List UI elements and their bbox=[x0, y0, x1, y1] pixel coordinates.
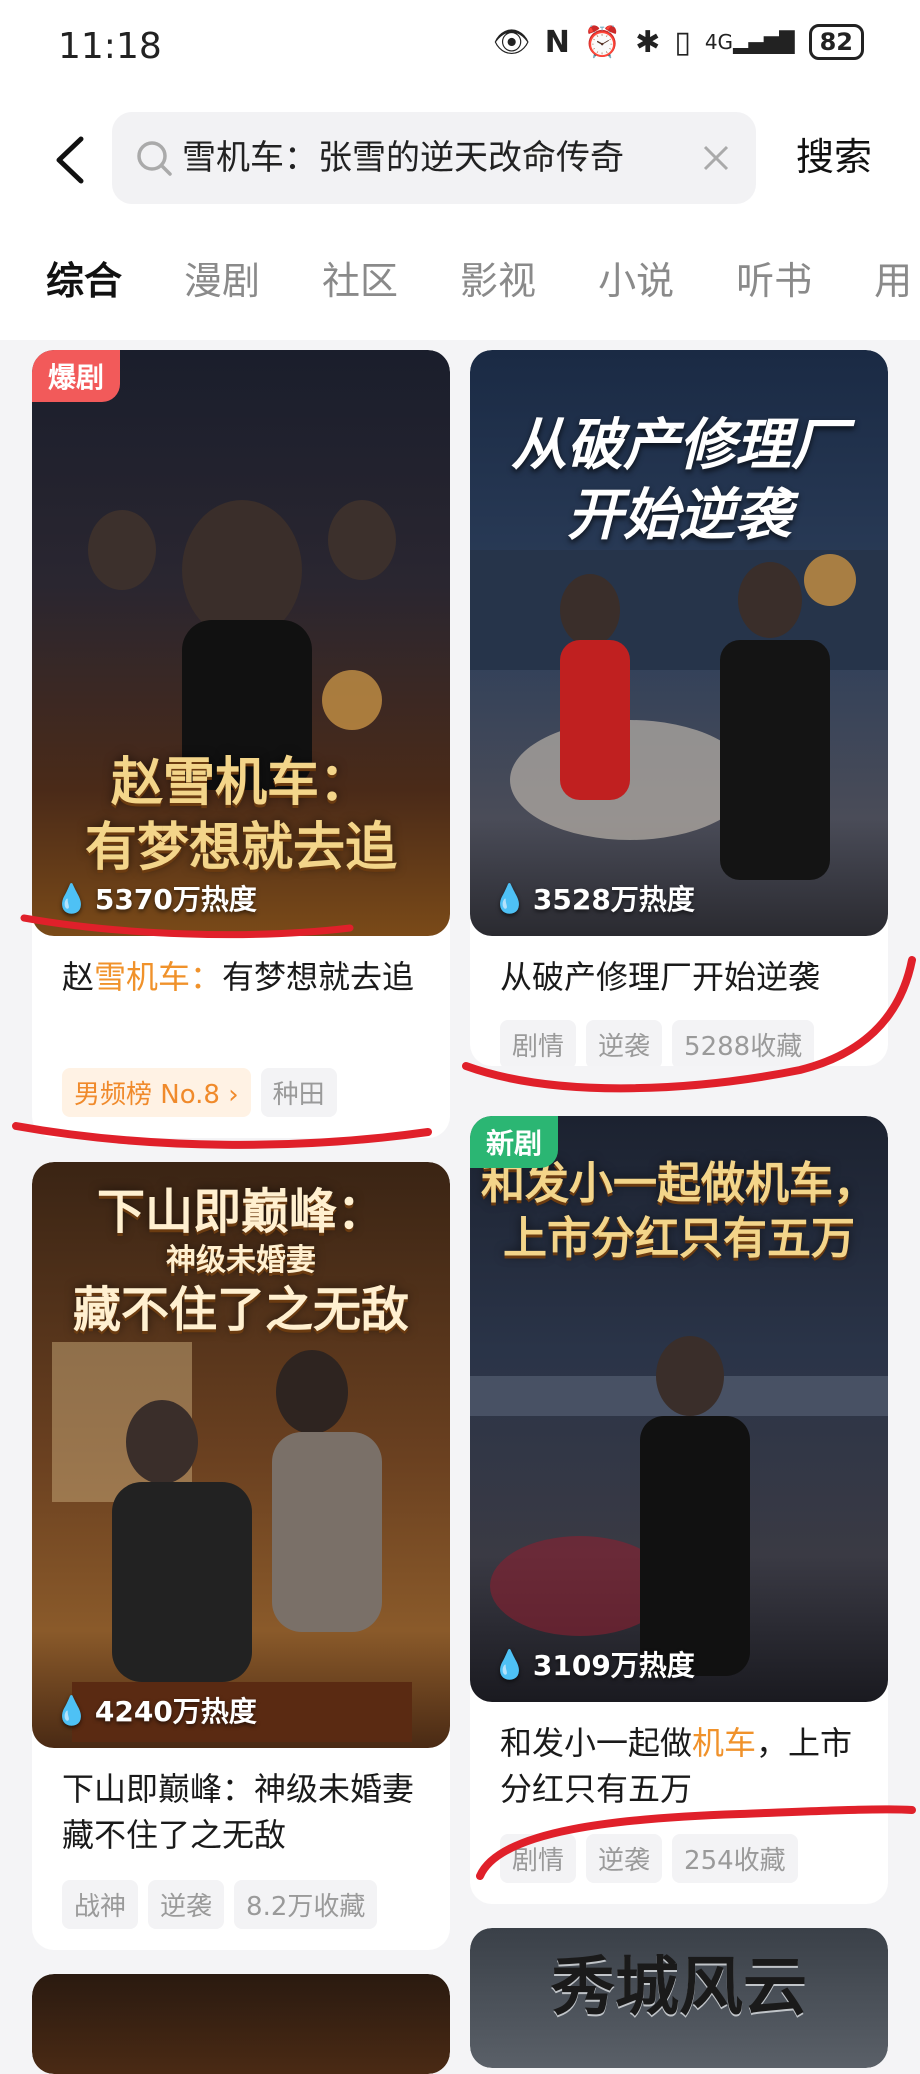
heat-count: 💧 4240万热度 bbox=[54, 1693, 257, 1729]
drama-card[interactable]: 下山即巅峰： 神级未婚妻 藏不住了之无敌 💧 4240万热度 下山即巅峰：神级未婚… bbox=[32, 1162, 450, 1950]
card-title: 下山即巅峰：神级未婚妻藏不住了之无敌 bbox=[62, 1770, 415, 1854]
tab-novel[interactable]: 小说 bbox=[598, 250, 674, 305]
search-icon bbox=[137, 141, 172, 176]
status-time: 11:18 bbox=[58, 26, 162, 67]
heat-count: 💧 3109万热度 bbox=[492, 1647, 695, 1683]
nfc-icon: N bbox=[544, 24, 570, 60]
header-area: 11:18 👁 N ⏰ ✱ ▯ 4G▂▄▆█ 82 雪机车：张雪的逆天改命传奇 … bbox=[0, 0, 920, 340]
heat-count: 💧 3528万热度 bbox=[492, 881, 695, 917]
genre-tag: 种田 bbox=[260, 1068, 337, 1117]
poster-title: 和发小一起做机车， 上市分红只有五万 bbox=[481, 1158, 877, 1264]
collect-count-tag: 5288收藏 bbox=[672, 1020, 815, 1066]
tag-list: 男频榜 No.8 › 种田 bbox=[62, 1068, 337, 1117]
tag-list: 战神 逆袭 8.2万收藏 bbox=[62, 1880, 378, 1929]
card-title: 从破产修理厂开始逆袭 bbox=[500, 958, 821, 996]
heat-count: 💧 5370万热度 bbox=[54, 881, 257, 917]
signal-icon: 4G▂▄▆█ bbox=[704, 30, 795, 54]
poster-image: 从破产修理厂 开始逆袭 💧 3528万热度 bbox=[470, 350, 888, 936]
poster-image: 下山即巅峰： 神级未婚妻 藏不住了之无敌 💧 4240万热度 bbox=[32, 1162, 450, 1748]
tab-bar: 综合 漫剧 社区 影视 小说 听书 用 bbox=[46, 250, 920, 305]
poster-title: 赵雪机车： 有梦想就去追 bbox=[84, 752, 397, 878]
collect-count-tag: 8.2万收藏 bbox=[234, 1880, 378, 1929]
poster-title: 从破产修理厂 开始逆袭 bbox=[511, 412, 847, 548]
tab-user[interactable]: 用 bbox=[874, 250, 912, 305]
clear-icon[interactable] bbox=[696, 138, 736, 178]
tab-overview[interactable]: 综合 bbox=[46, 250, 122, 305]
tab-audiobook[interactable]: 听书 bbox=[736, 250, 812, 305]
collect-count-tag: 254收藏 bbox=[672, 1834, 798, 1883]
search-input[interactable]: 雪机车：张雪的逆天改命传奇 bbox=[112, 112, 756, 204]
genre-tag: 逆袭 bbox=[586, 1020, 663, 1066]
poster-title: 下山即巅峰： 神级未婚妻 藏不住了之无敌 bbox=[72, 1184, 409, 1338]
vibrate-icon: ▯ bbox=[674, 24, 691, 60]
status-icons: 👁 N ⏰ ✱ ▯ 4G▂▄▆█ 82 bbox=[493, 24, 864, 60]
flame-icon: 💧 bbox=[54, 881, 89, 915]
poster-image: 赵雪机车： 有梦想就去追 爆剧 💧 5370万热度 bbox=[32, 350, 450, 936]
drama-card[interactable]: 赵雪机车： 有梦想就去追 爆剧 💧 5370万热度 赵雪机车：有梦想就去追 男频榜… bbox=[32, 350, 450, 1138]
genre-tag: 剧情 bbox=[500, 1020, 577, 1066]
tab-comic-drama[interactable]: 漫剧 bbox=[184, 250, 260, 305]
search-query: 雪机车：张雪的逆天改命传奇 bbox=[182, 138, 624, 178]
alarm-icon: ⏰ bbox=[583, 24, 622, 60]
flame-icon: 💧 bbox=[492, 1647, 527, 1681]
genre-tag: 战神 bbox=[62, 1880, 139, 1929]
tag-list: 剧情 逆袭 5288收藏 bbox=[500, 1020, 815, 1066]
poster-image: 和发小一起做机车， 上市分红只有五万 新剧 💧 3109万热度 bbox=[470, 1116, 888, 1702]
flame-icon: 💧 bbox=[54, 1693, 89, 1727]
drama-card[interactable]: 从破产修理厂 开始逆袭 💧 3528万热度 从破产修理厂开始逆袭 剧情 逆袭 52… bbox=[470, 350, 888, 1066]
poster-title: 秀城风云 bbox=[551, 1950, 807, 2025]
genre-tag: 剧情 bbox=[500, 1834, 577, 1883]
genre-tag: 逆袭 bbox=[148, 1880, 225, 1929]
hot-badge: 爆剧 bbox=[32, 350, 121, 402]
back-arrow-icon bbox=[56, 136, 84, 184]
rank-tag[interactable]: 男频榜 No.8 › bbox=[62, 1068, 251, 1117]
tag-list: 剧情 逆袭 254收藏 bbox=[500, 1834, 798, 1883]
new-badge: 新剧 bbox=[470, 1116, 559, 1168]
drama-card[interactable]: 和发小一起做机车， 上市分红只有五万 新剧 💧 3109万热度 和发小一起做机车，… bbox=[470, 1116, 888, 1904]
tab-film[interactable]: 影视 bbox=[460, 250, 536, 305]
search-button[interactable]: 搜索 bbox=[796, 126, 872, 181]
drama-card[interactable] bbox=[32, 1974, 450, 2074]
battery-indicator: 82 bbox=[808, 24, 864, 60]
poster-image bbox=[32, 1974, 450, 2074]
tab-community[interactable]: 社区 bbox=[322, 250, 398, 305]
back-button[interactable] bbox=[40, 128, 100, 192]
flame-icon: 💧 bbox=[492, 881, 527, 915]
poster-image: 秀城风云 bbox=[470, 1928, 888, 2068]
card-title: 和发小一起做机车，上市分红只有五万 bbox=[500, 1724, 853, 1808]
drama-card[interactable]: 秀城风云 bbox=[470, 1928, 888, 2068]
card-title: 赵雪机车：有梦想就去追 bbox=[62, 958, 415, 996]
bluetooth-icon: ✱ bbox=[635, 24, 661, 60]
genre-tag: 逆袭 bbox=[586, 1834, 663, 1883]
eye-icon: 👁 bbox=[492, 24, 531, 60]
